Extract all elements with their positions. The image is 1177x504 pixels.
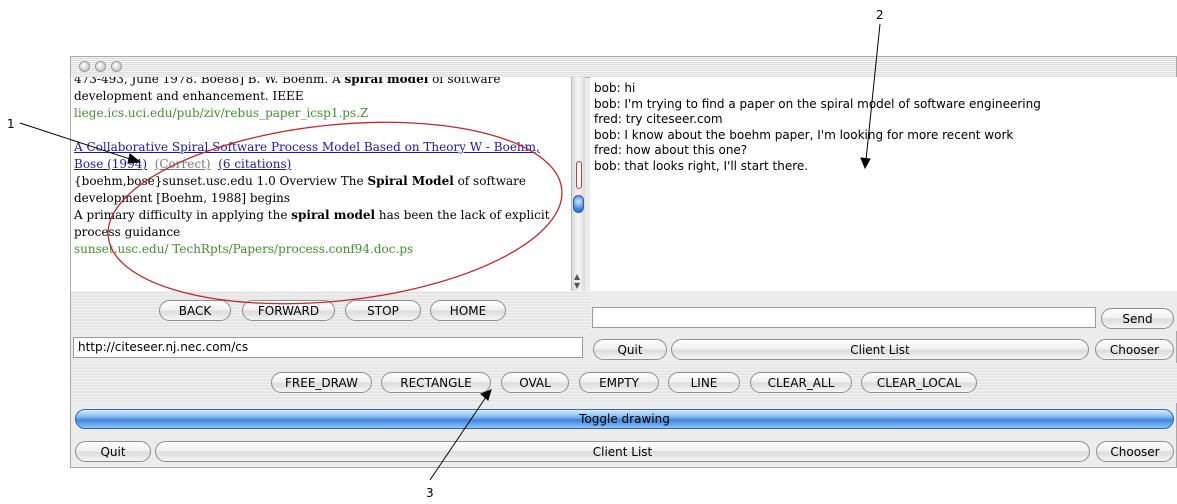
minimize-window-icon[interactable] <box>95 61 106 72</box>
chat-chooser-button[interactable]: Chooser <box>1095 339 1174 360</box>
tool-empty-button[interactable]: EMPTY <box>579 372 659 393</box>
result-title-row: Bose (1994) (Correct) (6 citations) <box>74 156 564 173</box>
callout-1: 1 <box>7 117 15 131</box>
result-title-link-cont[interactable]: Bose (1994) <box>74 157 147 171</box>
chat-line: fred: how about this one? <box>594 143 748 157</box>
bottom-client-list[interactable]: Client List <box>155 441 1090 462</box>
tool-free-draw-button[interactable]: FREE_DRAW <box>271 372 372 393</box>
tool-line-button[interactable]: LINE <box>668 372 740 393</box>
browser-scrollbar[interactable]: ▲ ▼ <box>571 77 585 291</box>
close-window-icon[interactable] <box>79 61 90 72</box>
result-title-link[interactable]: A Collaborative Spiral Software Process … <box>74 139 564 156</box>
result-url: sunset.usc.edu/ TechRpts/Papers/process.… <box>74 242 414 256</box>
title-bar[interactable] <box>71 57 1176 78</box>
chat-line: bob: I'm trying to find a paper on the s… <box>594 96 1041 111</box>
forward-button[interactable]: FORWARD <box>242 300 335 321</box>
callout-3: 3 <box>426 486 434 500</box>
tool-clear-all-button[interactable]: CLEAR_ALL <box>750 372 852 393</box>
chat-line: bob: I know about the boehm paper, I'm l… <box>594 127 1014 142</box>
scroll-thumb[interactable] <box>573 195 584 213</box>
chat-message-input[interactable] <box>592 307 1096 328</box>
chat-line: bob: hi <box>594 81 636 95</box>
bottom-chooser-button[interactable]: Chooser <box>1096 441 1174 462</box>
home-button[interactable]: HOME <box>430 300 506 321</box>
zoom-window-icon[interactable] <box>111 61 122 72</box>
citations-link[interactable]: (6 citations) <box>218 157 291 171</box>
tool-rectangle-button[interactable]: RECTANGLE <box>381 372 491 393</box>
scroll-up-arrow-icon[interactable]: ▲ <box>574 273 580 281</box>
tool-oval-button[interactable]: OVAL <box>501 372 569 393</box>
snippet-line: A primary difficulty in applying the spi… <box>74 208 550 222</box>
bottom-quit-button[interactable]: Quit <box>75 441 151 462</box>
chat-line: fred: try citeseer.com <box>594 112 723 126</box>
toggle-drawing-button[interactable]: Toggle drawing <box>75 409 1174 429</box>
snippet-line: {boehm,bose}sunset.usc.edu 1.0 Overview … <box>74 174 526 188</box>
callout-2: 2 <box>876 8 884 22</box>
chat-transcript: bob: hi bob: I'm trying to find a paper … <box>590 77 1177 291</box>
chat-quit-button[interactable]: Quit <box>593 339 667 360</box>
result-url: liege.ics.uci.edu/pub/ziv/rebus_paper_ic… <box>74 106 369 120</box>
scroll-highlight-mark <box>576 161 582 189</box>
back-button[interactable]: BACK <box>159 300 231 321</box>
address-field[interactable]: http://citeseer.nj.nec.com/cs <box>73 337 583 358</box>
chat-line: bob: that looks right, I'll start there. <box>594 158 809 173</box>
browser-pane: 473-493, June 1978. Boe88] B. W. Boehm. … <box>71 77 581 291</box>
chat-client-list[interactable]: Client List <box>671 339 1089 360</box>
scroll-down-arrow-icon[interactable]: ▼ <box>574 282 580 290</box>
result-text-line: 473-493, June 1978. Boe88] B. W. Boehm. … <box>74 77 501 86</box>
stop-button[interactable]: STOP <box>345 300 421 321</box>
snippet-line: process guidance <box>74 225 181 239</box>
result-text-line: development and enhancement. IEEE <box>74 89 304 103</box>
snippet-line: development [Boehm, 1988] begins <box>74 191 291 205</box>
send-button[interactable]: Send <box>1101 308 1174 329</box>
app-window: 473-493, June 1978. Boe88] B. W. Boehm. … <box>70 56 1177 468</box>
tool-clear-local-button[interactable]: CLEAR_LOCAL <box>861 372 977 393</box>
correct-link[interactable]: (Correct) <box>155 157 211 171</box>
